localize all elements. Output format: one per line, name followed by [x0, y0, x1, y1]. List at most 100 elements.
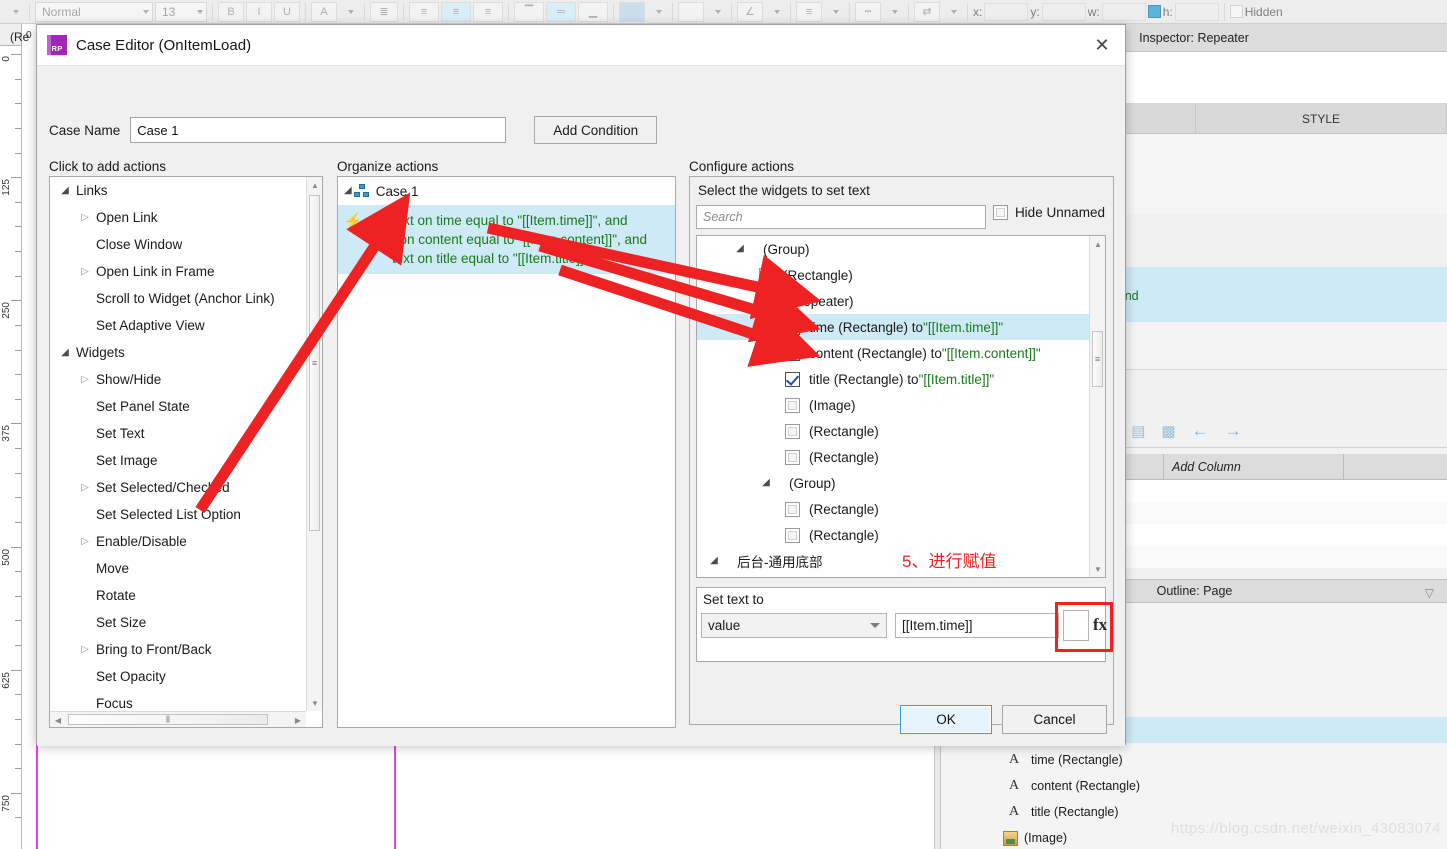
move-right-icon[interactable]: →: [1225, 421, 1242, 441]
expand-collapse-icon[interactable]: ◢: [759, 294, 773, 308]
italic-button[interactable]: I: [246, 1, 272, 22]
x-input[interactable]: [984, 2, 1029, 21]
vscroll-thumb[interactable]: ≡: [309, 195, 320, 531]
case-name-input[interactable]: Case 1: [130, 117, 507, 143]
expand-collapse-icon[interactable]: ◢: [58, 184, 72, 198]
font-color-icon[interactable]: A: [311, 1, 337, 22]
valign-bottom-icon[interactable]: ▁: [578, 1, 608, 22]
organize-case-row[interactable]: ◢ Case 1: [338, 177, 675, 205]
dialog-titlebar[interactable]: RP Case Editor (OnItemLoad) ✕: [37, 25, 1125, 65]
widget-checkbox[interactable]: [785, 371, 800, 387]
widget-tree-item[interactable]: (Rectangle): [697, 418, 1089, 444]
scroll-up-icon[interactable]: ▲: [1090, 236, 1105, 252]
table-cell[interactable]: [1164, 546, 1344, 568]
y-input[interactable]: [1041, 2, 1086, 21]
close-icon[interactable]: ✕: [1079, 25, 1125, 65]
table-cell[interactable]: [1164, 524, 1344, 546]
line-dash-dropdown-icon[interactable]: [883, 2, 903, 22]
lock-aspect-icon[interactable]: [1147, 5, 1161, 18]
border-color-icon[interactable]: [678, 1, 704, 22]
widget-tree-item[interactable]: ◢(Group): [697, 236, 1089, 262]
scroll-left-icon[interactable]: ◀: [50, 712, 66, 728]
align-right-icon[interactable]: ≡: [473, 1, 503, 22]
actions-tree-vscrollbar[interactable]: ▲ ≡ ▼: [306, 177, 322, 711]
fill-color-icon[interactable]: [619, 1, 645, 22]
chevron-right-icon[interactable]: ▷: [78, 265, 92, 279]
action-tree-item[interactable]: Focus: [50, 690, 306, 711]
bold-button[interactable]: B: [218, 1, 244, 22]
widget-checkbox[interactable]: [785, 319, 800, 335]
chevron-right-icon[interactable]: ▷: [78, 481, 92, 495]
scroll-down-icon[interactable]: ▼: [307, 695, 323, 711]
actions-tree-list[interactable]: ◢ Links ▷ Open Link Close Window ▷ Open Link i…: [50, 177, 306, 711]
expand-collapse-icon[interactable]: ◢: [58, 346, 72, 360]
action-tree-item[interactable]: Close Window: [50, 231, 306, 258]
hidden-checkbox[interactable]: [1229, 5, 1243, 18]
outline-row[interactable]: Atime (Rectangle): [941, 747, 1447, 773]
expand-collapse-icon[interactable]: ◢: [733, 242, 747, 256]
action-tree-item[interactable]: Rotate: [50, 582, 306, 609]
line-style-dropdown-icon[interactable]: [824, 2, 844, 22]
widget-tree-item[interactable]: ◢(Group): [697, 574, 1089, 577]
align-left-icon[interactable]: ≡: [409, 1, 439, 22]
action-tree-item[interactable]: ▷ Bring to Front/Back: [50, 636, 306, 663]
widget-checkbox[interactable]: [785, 345, 800, 361]
valign-middle-icon[interactable]: ═: [546, 1, 576, 22]
widget-tree-list[interactable]: ◢ (Group) (Rectangle) ◢ (Repeater) time (Rect…: [697, 236, 1089, 577]
move-left-icon[interactable]: ←: [1192, 421, 1209, 441]
expand-collapse-icon[interactable]: ◢: [707, 554, 721, 568]
line-width-dropdown-icon[interactable]: [765, 2, 785, 22]
widget-tree-item[interactable]: time (Rectangle) to "[[Item.time]]": [697, 314, 1089, 340]
widget-tree-item[interactable]: ◢ (Repeater): [697, 288, 1089, 314]
hscroll-thumb[interactable]: ⦀: [68, 714, 268, 725]
widget-checkbox[interactable]: [785, 423, 800, 439]
tab-style[interactable]: STYLE: [1196, 104, 1447, 134]
widget-tree-item[interactable]: (Rectangle): [697, 496, 1089, 522]
widget-checkbox[interactable]: [785, 527, 800, 543]
action-tree-item[interactable]: Set Opacity: [50, 663, 306, 690]
action-tree-item[interactable]: ▷ Enable/Disable: [50, 528, 306, 555]
font-size-combo[interactable]: 13: [155, 1, 207, 22]
chevron-right-icon[interactable]: ▷: [78, 535, 92, 549]
table-cell[interactable]: [1164, 480, 1344, 502]
action-tree-item[interactable]: Set Selected List Option: [50, 501, 306, 528]
action-tree-item[interactable]: ◢ Links: [50, 177, 306, 204]
scroll-right-icon[interactable]: ▶: [290, 712, 306, 728]
action-tree-item[interactable]: ▷ Open Link: [50, 204, 306, 231]
line-style-icon[interactable]: ≡: [796, 1, 822, 22]
widget-checkbox[interactable]: [785, 397, 800, 413]
expand-collapse-icon[interactable]: ◢: [344, 186, 352, 196]
widget-tree-item[interactable]: (Rectangle): [697, 522, 1089, 548]
w-input[interactable]: [1101, 2, 1146, 21]
actions-tree-hscrollbar[interactable]: ◀ ⦀ ▶: [50, 711, 306, 727]
action-tree-item[interactable]: Set Image: [50, 447, 306, 474]
bullet-list-icon[interactable]: ≣: [370, 1, 398, 22]
line-width-icon[interactable]: ∠: [737, 1, 763, 22]
chevron-right-icon[interactable]: ▷: [78, 643, 92, 657]
font-color-dropdown-icon[interactable]: [339, 2, 359, 22]
cancel-button[interactable]: Cancel: [1002, 705, 1107, 734]
expand-collapse-icon[interactable]: ◢: [759, 476, 773, 490]
action-tree-item[interactable]: ▷ Show/Hide: [50, 366, 306, 393]
add-row-icon[interactable]: ▤: [1131, 422, 1145, 440]
valign-top-icon[interactable]: ▔: [514, 1, 544, 22]
add-condition-button[interactable]: Add Condition: [534, 116, 658, 144]
widget-tree-item[interactable]: ◢ 后台-通用底部: [697, 548, 1089, 574]
table-cell[interactable]: [1164, 502, 1344, 524]
value-text-input[interactable]: [[Item.time]]: [895, 613, 1059, 638]
outline-row[interactable]: Acontent (Rectangle): [941, 773, 1447, 799]
widget-checkbox[interactable]: [785, 501, 800, 517]
widget-tree-item[interactable]: title (Rectangle) to "[[Item.title]]": [697, 366, 1089, 392]
delete-row-icon[interactable]: ▩: [1161, 422, 1175, 440]
action-tree-item[interactable]: ▷ Set Selected/Checked: [50, 474, 306, 501]
scroll-up-icon[interactable]: ▲: [307, 177, 323, 193]
action-tree-item[interactable]: ◢ Widgets: [50, 339, 306, 366]
widget-checkbox[interactable]: [759, 267, 774, 283]
underline-button[interactable]: U: [274, 1, 300, 22]
widget-tree-item[interactable]: (Rectangle): [697, 444, 1089, 470]
chevron-right-icon[interactable]: ▷: [78, 211, 92, 225]
toolbar-dropdown-left[interactable]: [4, 2, 24, 22]
scroll-down-icon[interactable]: ▼: [1090, 561, 1105, 577]
action-tree-item[interactable]: Move: [50, 555, 306, 582]
arrow-style-icon[interactable]: ⇄: [914, 1, 940, 22]
